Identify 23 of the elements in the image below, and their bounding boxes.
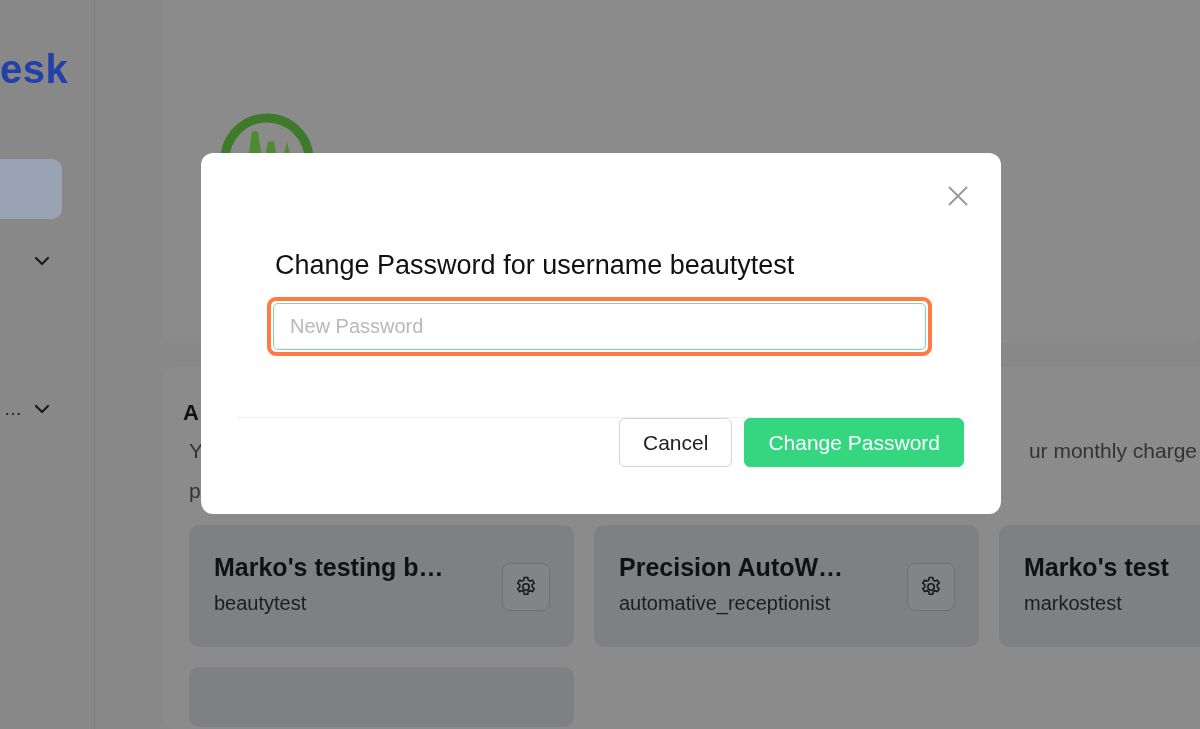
account-name: Precision AutoW… <box>619 553 844 582</box>
account-card[interactable]: Marko's test markostest <box>999 525 1200 647</box>
settings-button[interactable] <box>907 563 955 611</box>
sidebar-item[interactable]: … <box>0 379 50 439</box>
close-button[interactable] <box>947 185 969 207</box>
account-card[interactable]: Marko's testing b… beautytest <box>189 525 574 647</box>
account-card[interactable]: Precision AutoW… automative_receptionist <box>594 525 979 647</box>
account-username: beautytest <box>214 592 308 615</box>
logo-text: esk <box>0 46 70 92</box>
description-text: ur monthly charge <box>1028 438 1197 464</box>
settings-button[interactable] <box>502 563 550 611</box>
account-name: Marko's testing b… <box>214 553 444 582</box>
account-username: markostest <box>1024 592 1123 615</box>
description-text: Y <box>189 438 203 464</box>
chevron-down-icon <box>34 256 50 266</box>
cancel-button[interactable]: Cancel <box>619 418 733 467</box>
chevron-down-icon <box>34 404 50 414</box>
section-heading: A <box>183 399 200 427</box>
password-field[interactable]: New Password <box>273 303 926 350</box>
description-text: p <box>189 478 201 504</box>
account-name: Marko's test <box>1024 553 1169 582</box>
account-username: automative_receptionist <box>619 592 832 615</box>
dialog-title: Change Password for username beautytest <box>275 249 796 282</box>
